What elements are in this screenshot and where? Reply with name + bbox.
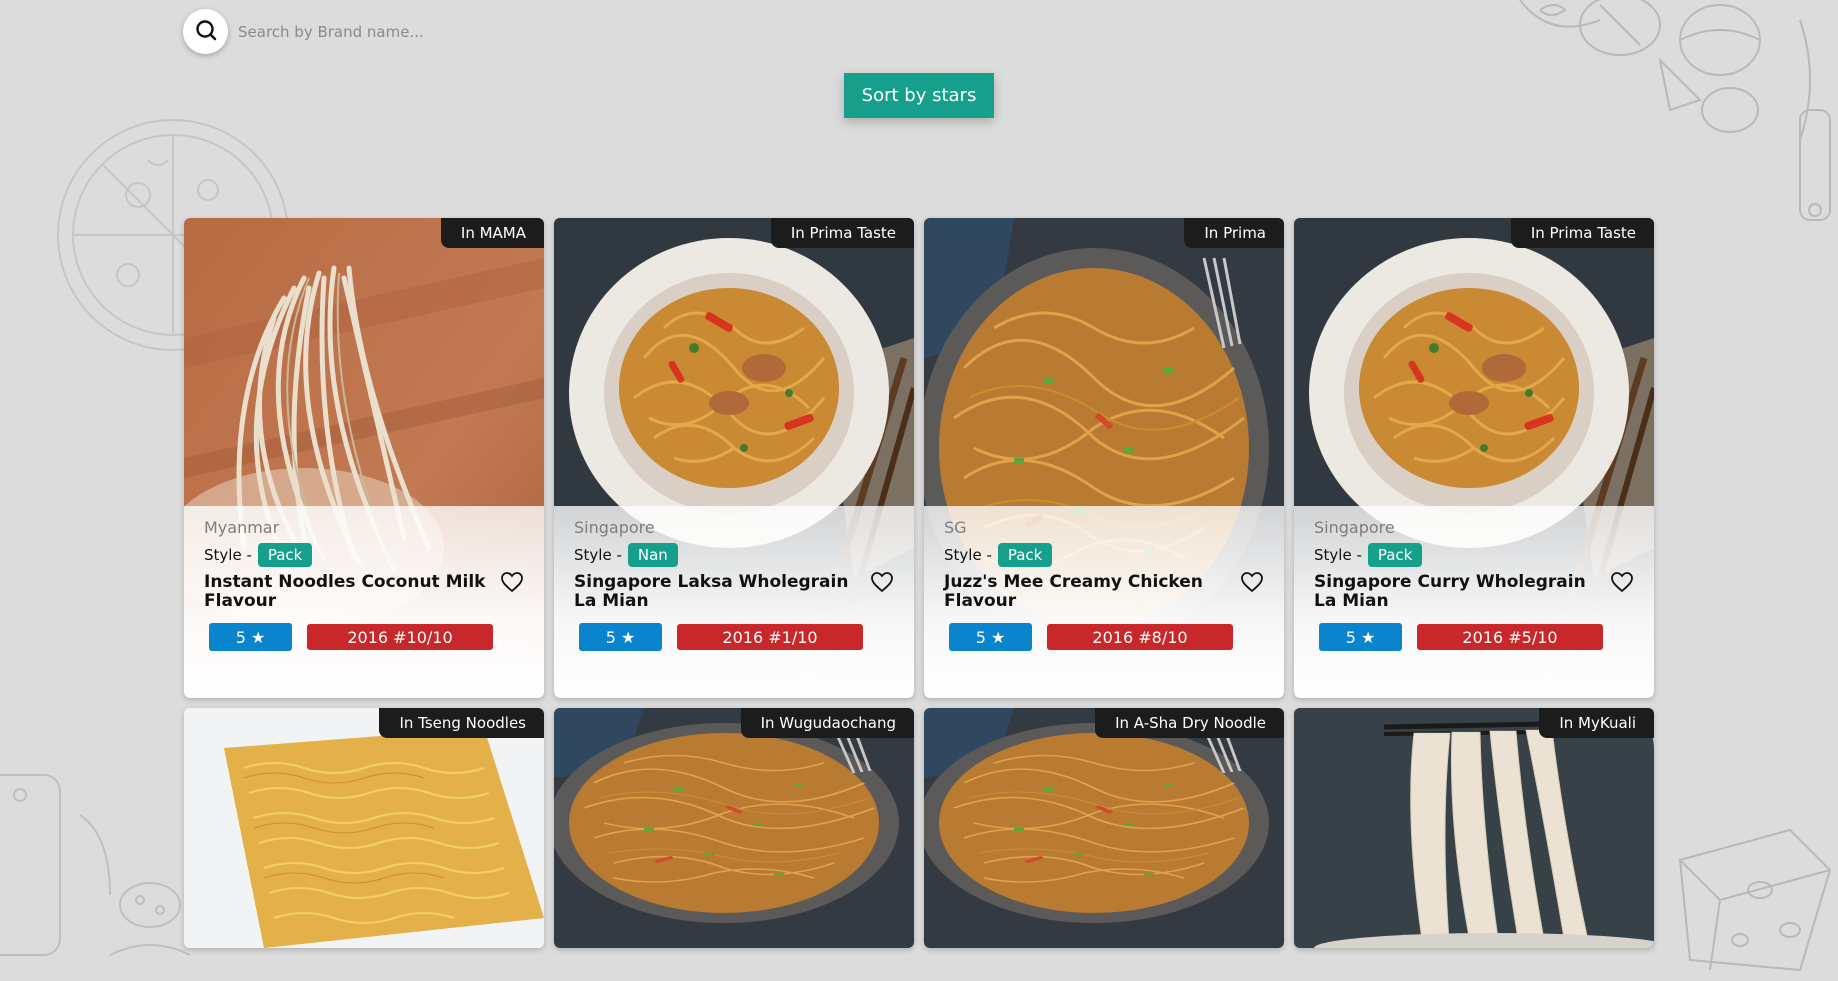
noodle-card[interactable]: In Prima Taste Singapore Style - Pack Singap… [1294, 218, 1654, 698]
meta-row: 5 ★ 2016 #5/10 [1314, 623, 1634, 651]
heart-icon [871, 572, 893, 593]
brand-tag: In Tseng Noodles [379, 708, 544, 738]
stir-fried-noodles-image [924, 708, 1284, 948]
stars-badge: 5 ★ [949, 623, 1032, 651]
noodle-card[interactable]: In Prima Taste Singapore Style - Nan Singapo… [554, 218, 914, 698]
style-label: Style - [944, 546, 992, 564]
noodle-card[interactable]: In Prima SG Style - Pack Juzz's Mee Creamy C… [924, 218, 1284, 698]
stars-badge: 5 ★ [209, 623, 292, 651]
style-pill: Pack [1367, 543, 1423, 567]
noodle-card[interactable]: In MAMA Myanmar Style - Pack Instant Noodles… [184, 218, 544, 698]
vegetables-doodle-decoration [1420, 0, 1838, 240]
style-pill: Pack [997, 543, 1053, 567]
card-info: Myanmar Style - Pack Instant Noodles Coconu… [184, 506, 544, 698]
instant-noodle-block-image [184, 708, 544, 948]
title-row: Instant Noodles Coconut Milk Flavour [204, 572, 524, 611]
noodle-title: Singapore Curry Wholegrain La Mian [1314, 572, 1586, 611]
style-row: Style - Pack [204, 543, 524, 567]
brand-tag: In Prima Taste [770, 218, 914, 248]
noodle-title: Instant Noodles Coconut Milk Flavour [204, 572, 486, 611]
brand-tag: In MyKuali [1539, 708, 1654, 738]
search-input[interactable] [238, 22, 468, 41]
noodle-card[interactable]: In MyKuali [1294, 708, 1654, 948]
title-row: Juzz's Mee Creamy Chicken Flavour [944, 572, 1264, 611]
heart-icon [1241, 572, 1263, 593]
favorite-button[interactable] [500, 572, 524, 611]
title-row: Singapore Laksa Wholegrain La Mian [574, 572, 894, 611]
rank-badge: 2016 #10/10 [307, 624, 493, 650]
style-pill: Pack [257, 543, 313, 567]
rank-badge: 2016 #5/10 [1417, 624, 1603, 650]
brand-tag: In Prima Taste [1510, 218, 1654, 248]
brand-tag: In A-Sha Dry Noodle [1095, 708, 1284, 738]
card-info: SG Style - Pack Juzz's Mee Creamy Chicken F… [924, 506, 1284, 698]
style-label: Style - [574, 546, 622, 564]
style-row: Style - Pack [944, 543, 1264, 567]
style-pill: Nan [627, 543, 678, 567]
noodle-card[interactable]: In A-Sha Dry Noodle [924, 708, 1284, 948]
search-bar [183, 9, 483, 54]
brand-tag: In MAMA [440, 218, 544, 248]
sort-by-stars-button[interactable]: Sort by stars [844, 73, 994, 118]
noodle-card-grid: In MAMA Myanmar Style - Pack Instant Noodles… [184, 218, 1654, 948]
country-label: Singapore [1314, 518, 1395, 537]
meta-row: 5 ★ 2016 #10/10 [204, 623, 524, 651]
noodle-card[interactable]: In Wugudaochang [554, 708, 914, 948]
rank-badge: 2016 #8/10 [1047, 624, 1233, 650]
heart-icon [1611, 572, 1633, 593]
flat-noodles-chopsticks-image [1294, 708, 1654, 948]
card-info: Singapore Style - Pack Singapore Curry Whol… [1294, 506, 1654, 698]
stars-badge: 5 ★ [579, 623, 662, 651]
search-icon [195, 19, 217, 45]
style-label: Style - [1314, 546, 1362, 564]
favorite-button[interactable] [1610, 572, 1634, 611]
heart-icon [501, 572, 523, 593]
favorite-button[interactable] [1240, 572, 1264, 611]
noodle-title: Juzz's Mee Creamy Chicken Flavour [944, 572, 1203, 611]
brand-tag: In Prima [1184, 218, 1284, 248]
brand-tag: In Wugudaochang [740, 708, 914, 738]
style-label: Style - [204, 546, 252, 564]
meta-row: 5 ★ 2016 #1/10 [574, 623, 894, 651]
noodle-card[interactable]: In Tseng Noodles [184, 708, 544, 948]
rank-badge: 2016 #1/10 [677, 624, 863, 650]
noodle-title: Singapore Laksa Wholegrain La Mian [574, 572, 849, 611]
card-info: Singapore Style - Nan Singapore Laksa Whole… [554, 506, 914, 698]
style-row: Style - Pack [1314, 543, 1634, 567]
style-row: Style - Nan [574, 543, 894, 567]
favorite-button[interactable] [870, 572, 894, 611]
search-button[interactable] [183, 9, 228, 54]
cheese-doodle-decoration [1650, 800, 1838, 981]
country-label: Myanmar [204, 518, 280, 537]
country-label: Singapore [574, 518, 655, 537]
country-label: SG [944, 518, 967, 537]
title-row: Singapore Curry Wholegrain La Mian [1314, 572, 1634, 611]
stir-fried-noodles-image [554, 708, 914, 948]
stars-badge: 5 ★ [1319, 623, 1402, 651]
meta-row: 5 ★ 2016 #8/10 [944, 623, 1264, 651]
